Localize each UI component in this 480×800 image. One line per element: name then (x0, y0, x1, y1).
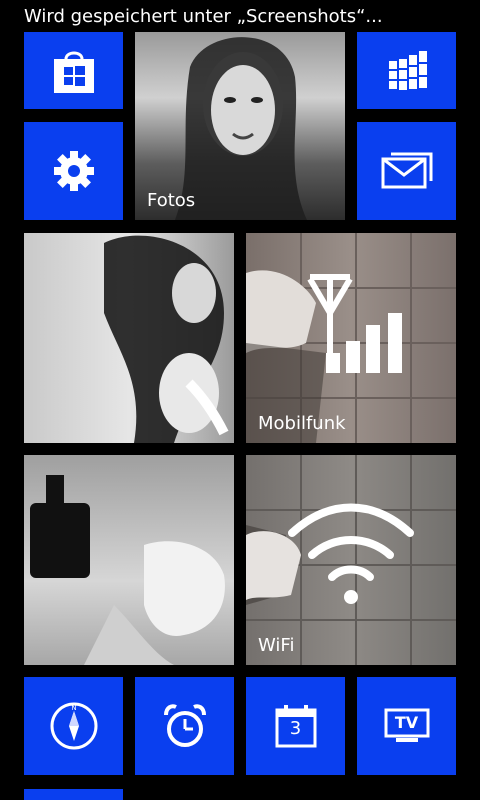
photo-image-2 (30, 475, 225, 665)
wifi-tile[interactable]: WiFi (246, 455, 456, 665)
messaging-tile[interactable] (357, 122, 456, 220)
tv-text: TV (394, 713, 419, 732)
cellular-signal-icon (306, 273, 416, 373)
alarm-tile[interactable] (135, 677, 234, 775)
calendar-tile[interactable]: 3 (246, 677, 345, 775)
alarm-clock-icon (135, 677, 234, 775)
wifi-label: WiFi (258, 635, 295, 656)
calendar-icon: 3 (246, 677, 345, 775)
mobile-tile[interactable]: Mobilfunk (246, 233, 456, 443)
photos-tile[interactable]: Fotos (135, 32, 345, 220)
calendar-day: 3 (289, 718, 302, 739)
settings-tile[interactable] (24, 122, 123, 220)
photos-label: Fotos (147, 190, 196, 211)
partial-tile[interactable] (24, 789, 123, 800)
wifi-icon (284, 501, 418, 605)
mobile-label: Mobilfunk (258, 413, 346, 434)
office-grid-icon (357, 32, 456, 109)
store-icon (24, 32, 123, 109)
svg-text:N: N (71, 704, 76, 712)
tv-icon: TV (357, 677, 456, 775)
status-bar-text: Wird gespeichert unter „Screenshots“... (24, 6, 383, 27)
store-tile[interactable] (24, 32, 123, 109)
compass-icon: N (24, 677, 123, 775)
photo-image (104, 235, 229, 443)
photo-tile-2[interactable] (24, 455, 234, 665)
tv-tile[interactable]: TV (357, 677, 456, 775)
gear-icon (24, 122, 123, 220)
compass-tile[interactable]: N (24, 677, 123, 775)
envelope-icon (357, 122, 456, 220)
photo-tile-1[interactable] (24, 233, 234, 443)
office-tile[interactable] (357, 32, 456, 109)
